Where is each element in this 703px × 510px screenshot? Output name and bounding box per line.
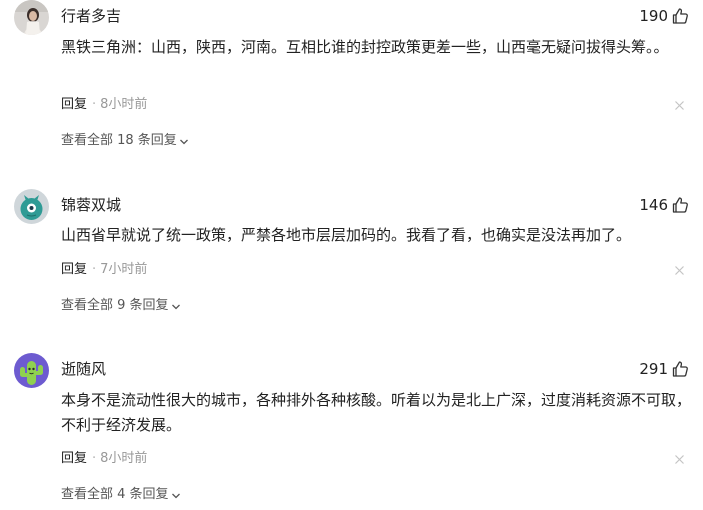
comment-meta: 回复 · 7小时前 [61,261,147,279]
thumbs-up-icon [672,197,688,213]
separator: · [92,262,97,277]
view-all-replies-label: 查看全部 18 条回复 [61,133,177,148]
view-all-replies-label: 查看全部 9 条回复 [61,298,169,313]
view-all-replies[interactable]: 查看全部 9 条回复 [61,297,181,315]
timestamp: 8小时前 [100,451,148,466]
username[interactable]: 逝随风 [61,359,106,379]
chevron-down-icon [179,139,188,144]
close-icon [675,455,684,464]
like-count: 291 [639,360,668,378]
reply-button[interactable]: 回复 [61,96,87,114]
like-count: 190 [639,7,668,25]
username[interactable]: 行者多吉 [61,6,121,26]
view-all-replies-label: 查看全部 4 条回复 [61,487,169,502]
like-count: 146 [639,196,668,214]
thumbs-up-icon [672,8,688,24]
view-all-replies[interactable]: 查看全部 4 条回复 [61,486,181,504]
timestamp: 8小时前 [100,97,148,112]
cactus-avatar-icon [14,353,49,388]
close-button[interactable] [674,265,685,276]
comment-text: 黑铁三角洲：山西，陕西，河南。互相比谁的封控政策更差一些，山西毫无疑问拔得头筹。… [61,38,669,56]
close-icon [675,101,684,110]
avatar[interactable] [14,189,49,224]
comment-meta: 回复 · 8小时前 [61,450,147,468]
avatar[interactable] [14,353,49,388]
username[interactable]: 锦蓉双城 [61,195,121,215]
separator: · [92,97,97,112]
comment-text: 山西省早就说了统一政策，严禁各地市层层加码的。我看了看，也确实是没法再加了。 [61,226,632,244]
reply-button[interactable]: 回复 [61,450,87,468]
close-button[interactable] [674,100,685,111]
comment-text: 本身不是流动性很大的城市，各种排外各种核酸。听着以为是北上广深，过度消耗资源不可… [61,391,692,434]
close-icon [675,266,684,275]
reply-button[interactable]: 回复 [61,261,87,279]
like-button[interactable]: 146 [639,194,689,216]
teal-creature-avatar-icon [14,189,49,224]
avatar[interactable] [14,0,49,35]
view-all-replies[interactable]: 查看全部 18 条回复 [61,132,189,150]
like-button[interactable]: 190 [639,5,689,27]
thumbs-up-icon [672,361,688,377]
like-button[interactable]: 291 [639,358,689,380]
chevron-down-icon [171,304,180,309]
close-button[interactable] [674,454,685,465]
timestamp: 7小时前 [100,262,148,277]
separator: · [92,451,97,466]
comment-meta: 回复 · 8小时前 [61,96,147,114]
chevron-down-icon [171,493,180,498]
photo-avatar-icon [14,0,49,35]
